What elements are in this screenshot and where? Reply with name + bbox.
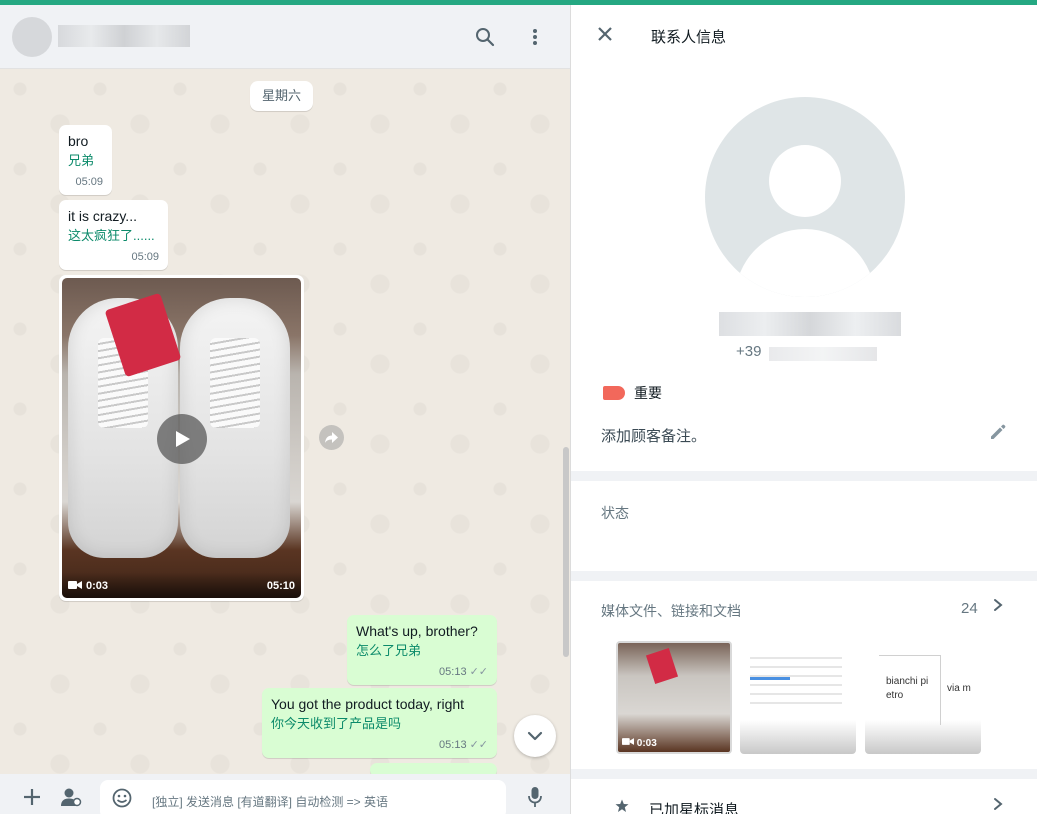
emoji-icon[interactable] [112, 788, 132, 813]
contact-avatar[interactable] [12, 17, 52, 57]
contact-info-pane: 联系人信息 +39 重要 添加顾客备注。 状态 媒体文件、链接和文档 24 0:… [571, 5, 1037, 814]
chevron-right-icon[interactable] [993, 797, 1003, 814]
chat-pane: 星期六 bro 兄弟 05:09 it is crazy... 这太疯狂了...… [0, 5, 571, 814]
message-bubble-incoming[interactable]: bro 兄弟 05:09 [59, 125, 112, 195]
message-text: You got the product today, right [271, 696, 465, 712]
phone-number-redacted [769, 347, 877, 361]
message-bubble-outgoing[interactable]: What's up, brother? 怎么了兄弟 05:13 ✓✓ [347, 615, 497, 685]
message-translation: 怎么了兄弟 [356, 643, 422, 658]
customer-note[interactable]: 添加顾客备注。 [601, 425, 706, 446]
message-time: 05:09 [75, 176, 103, 188]
media-label[interactable]: 媒体文件、链接和文档 [601, 601, 741, 621]
status-label: 状态 [601, 505, 629, 521]
pencil-icon[interactable] [989, 423, 1007, 446]
star-icon [615, 799, 629, 814]
message-bubble-outgoing[interactable]: You got the product today, right 你今天收到了产… [262, 688, 497, 758]
contact-name-redacted [719, 312, 901, 336]
mic-icon[interactable] [522, 784, 548, 810]
video-camera-icon [622, 738, 634, 745]
media-thumb-duration-row: 0:03 [622, 737, 657, 749]
app-window: 星期六 bro 兄弟 05:09 it is crazy... 这太疯狂了...… [0, 5, 1037, 814]
scroll-down-button[interactable] [514, 715, 556, 757]
label-text: 重要 [634, 385, 662, 401]
message-time: 05:13 [439, 666, 467, 678]
media-thumb-duration: 0:03 [636, 738, 657, 749]
message-composer: [独立] 发送消息 [有道翻译] 自动检测 => 英语 [0, 774, 570, 814]
contact-name-redacted[interactable] [58, 25, 190, 47]
video-duration: 0:03 [86, 580, 109, 592]
media-thumb-text: bianchi pi etro [886, 676, 929, 701]
message-translation: 兄弟 [68, 153, 95, 168]
message-time: 05:09 [131, 251, 159, 263]
search-icon[interactable] [471, 23, 499, 51]
read-ticks-icon: ✓✓ [469, 739, 488, 751]
media-thumb-document[interactable] [740, 641, 856, 754]
video-time: 05:10 [266, 580, 295, 592]
video-camera-icon [68, 580, 82, 593]
starred-messages-row[interactable]: 已加星标消息 [571, 779, 1037, 814]
profile-avatar[interactable] [705, 97, 905, 297]
media-thumb-text: via m [947, 683, 971, 694]
starred-messages-label: 已加星标消息 [649, 802, 740, 814]
plus-icon[interactable] [19, 784, 45, 810]
message-text: What's up, brother? [356, 623, 478, 639]
media-count: 24 [961, 600, 978, 617]
contact-icon[interactable] [58, 784, 84, 810]
phone-prefix: +39 [736, 343, 762, 360]
chat-scrollbar[interactable] [563, 447, 569, 657]
message-time-row: 05:13 ✓✓ [271, 738, 488, 752]
message-time-row: 05:13 ✓✓ [356, 665, 488, 679]
chat-header[interactable] [0, 5, 570, 69]
message-input-placeholder: [独立] 发送消息 [有道翻译] 自动检测 => 英语 [152, 795, 389, 809]
play-icon[interactable] [157, 414, 207, 464]
forward-icon[interactable] [319, 425, 344, 450]
contact-label[interactable]: 重要 [603, 383, 662, 403]
message-text: it is crazy... [68, 208, 137, 224]
media-section: 媒体文件、链接和文档 24 0:03 bianchi pi etro via m [571, 581, 1037, 769]
message-text: bro [68, 133, 89, 149]
message-translation: 你今天收到了产品是吗 [271, 716, 402, 731]
date-chip: 星期六 [250, 81, 314, 111]
more-vert-icon[interactable] [521, 23, 549, 51]
message-time: 05:13 [439, 739, 467, 751]
label-tag-icon [603, 386, 625, 400]
contact-info-title: 联系人信息 [651, 29, 727, 46]
message-input[interactable]: [独立] 发送消息 [有道翻译] 自动检测 => 英语 [100, 780, 506, 814]
video-meta: 0:03 05:10 [62, 572, 301, 598]
media-thumb-video[interactable]: 0:03 [616, 641, 732, 754]
contact-info-header: 联系人信息 [571, 5, 1037, 65]
message-translation: 这太疯狂了...... [68, 228, 155, 243]
video-thumbnail[interactable]: 0:03 05:10 [62, 278, 301, 598]
profile-section: +39 重要 添加顾客备注。 [571, 65, 1037, 471]
media-thumb-document[interactable]: bianchi pi etro via m [865, 641, 981, 754]
video-message[interactable]: 0:03 05:10 [59, 275, 304, 601]
close-icon[interactable] [597, 23, 613, 47]
status-section: 状态 [571, 481, 1037, 571]
chevron-right-icon[interactable] [993, 598, 1003, 617]
message-bubble-incoming[interactable]: it is crazy... 这太疯狂了...... 05:09 [59, 200, 168, 270]
read-ticks-icon: ✓✓ [469, 666, 488, 678]
